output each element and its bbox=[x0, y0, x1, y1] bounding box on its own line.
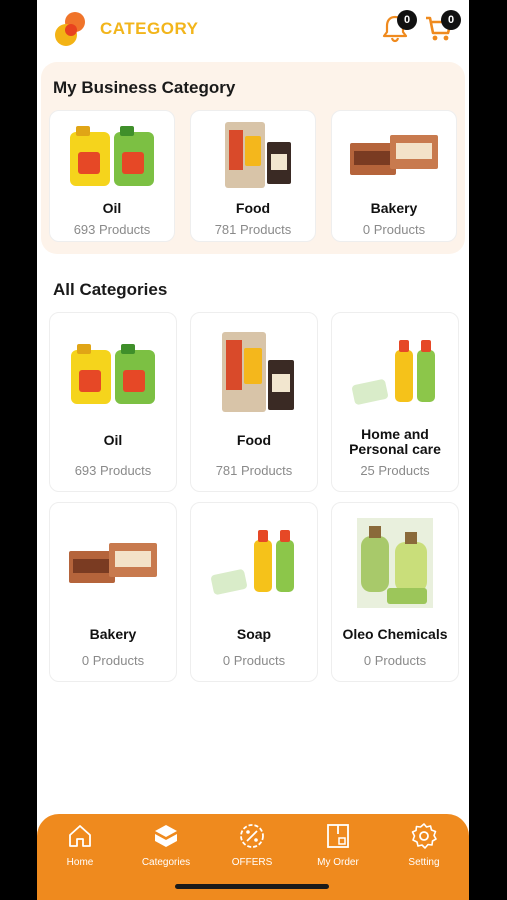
nav-my-order[interactable]: My Order bbox=[298, 822, 378, 868]
card-count: 693 Products bbox=[73, 222, 151, 237]
section-title: My Business Category bbox=[53, 78, 236, 97]
category-card-oil[interactable]: Oil 693 Products bbox=[49, 312, 177, 492]
card-count: 0 Products bbox=[81, 653, 145, 668]
card-name: Food bbox=[235, 200, 271, 216]
cart-button[interactable]: 0 bbox=[423, 10, 461, 48]
bakery-image bbox=[50, 523, 176, 603]
oil-image bbox=[50, 333, 176, 413]
card-count: 693 Products bbox=[74, 463, 152, 478]
card-name-line-2: Personal care bbox=[349, 441, 441, 457]
app-header: CATEGORY 0 0 bbox=[37, 0, 469, 60]
business-card-bakery[interactable]: Bakery 0 Products bbox=[331, 110, 457, 242]
bakery-image bbox=[332, 119, 456, 191]
nav-home[interactable]: Home bbox=[40, 822, 120, 868]
card-name: Oil bbox=[103, 432, 123, 448]
card-name: Soap bbox=[236, 626, 272, 642]
page-title: CATEGORY bbox=[100, 19, 199, 38]
section-title: All Categories bbox=[53, 280, 168, 299]
categories-icon bbox=[155, 825, 177, 847]
card-count: 0 Products bbox=[222, 653, 286, 668]
category-card-oleo-chemicals[interactable]: Oleo Chemicals 0 Products bbox=[331, 502, 459, 682]
card-count: 25 Products bbox=[360, 463, 430, 478]
nav-label: Setting bbox=[408, 857, 440, 868]
card-count: 0 Products bbox=[363, 653, 427, 668]
home-indicator bbox=[175, 884, 329, 889]
nav-label: OFFERS bbox=[231, 857, 273, 868]
card-name: Bakery bbox=[89, 626, 137, 642]
card-name: Oil bbox=[102, 200, 122, 216]
nav-categories[interactable]: Categories bbox=[126, 822, 206, 868]
business-category-section: My Business Category Oil 693 Products Fo… bbox=[41, 62, 465, 254]
category-card-bakery[interactable]: Bakery 0 Products bbox=[49, 502, 177, 682]
soap-image bbox=[191, 523, 317, 603]
card-count: 781 Products bbox=[214, 222, 292, 237]
nav-offers[interactable]: OFFERS bbox=[212, 822, 292, 868]
home-icon bbox=[69, 825, 91, 847]
nav-label: Home bbox=[66, 857, 94, 868]
business-card-oil[interactable]: Oil 693 Products bbox=[49, 110, 175, 242]
oleo-chemicals-image bbox=[332, 515, 458, 611]
card-name-line-1: Home and bbox=[361, 426, 429, 442]
category-card-food[interactable]: Food 781 Products bbox=[190, 312, 318, 492]
nav-label: My Order bbox=[317, 857, 359, 868]
screen: CATEGORY 0 0 My Business Category Oil 69… bbox=[37, 0, 469, 900]
order-icon bbox=[327, 824, 349, 848]
oil-image bbox=[50, 119, 174, 191]
brand-logo bbox=[51, 10, 91, 50]
notification-button[interactable]: 0 bbox=[379, 10, 417, 48]
all-categories-section: All Categories Oil 693 Products Food 781… bbox=[41, 262, 465, 702]
cart-badge: 0 bbox=[441, 10, 461, 30]
food-image bbox=[191, 327, 317, 417]
card-name: Food bbox=[236, 432, 272, 448]
setting-icon bbox=[411, 823, 437, 849]
food-image bbox=[191, 119, 315, 191]
card-count: 781 Products bbox=[215, 463, 293, 478]
offers-icon bbox=[240, 824, 264, 848]
card-name: Oleo Chemicals bbox=[342, 626, 448, 642]
category-card-soap[interactable]: Soap 0 Products bbox=[190, 502, 318, 682]
nav-setting[interactable]: Setting bbox=[384, 822, 464, 868]
category-card-home-personal-care[interactable]: Home and Personal care 25 Products bbox=[331, 312, 459, 492]
business-card-food[interactable]: Food 781 Products bbox=[190, 110, 316, 242]
card-count: 0 Products bbox=[362, 222, 426, 237]
nav-label: Categories bbox=[141, 857, 191, 868]
card-name: Bakery bbox=[370, 200, 418, 216]
personal-care-image bbox=[332, 333, 458, 413]
notification-badge: 0 bbox=[397, 10, 417, 30]
